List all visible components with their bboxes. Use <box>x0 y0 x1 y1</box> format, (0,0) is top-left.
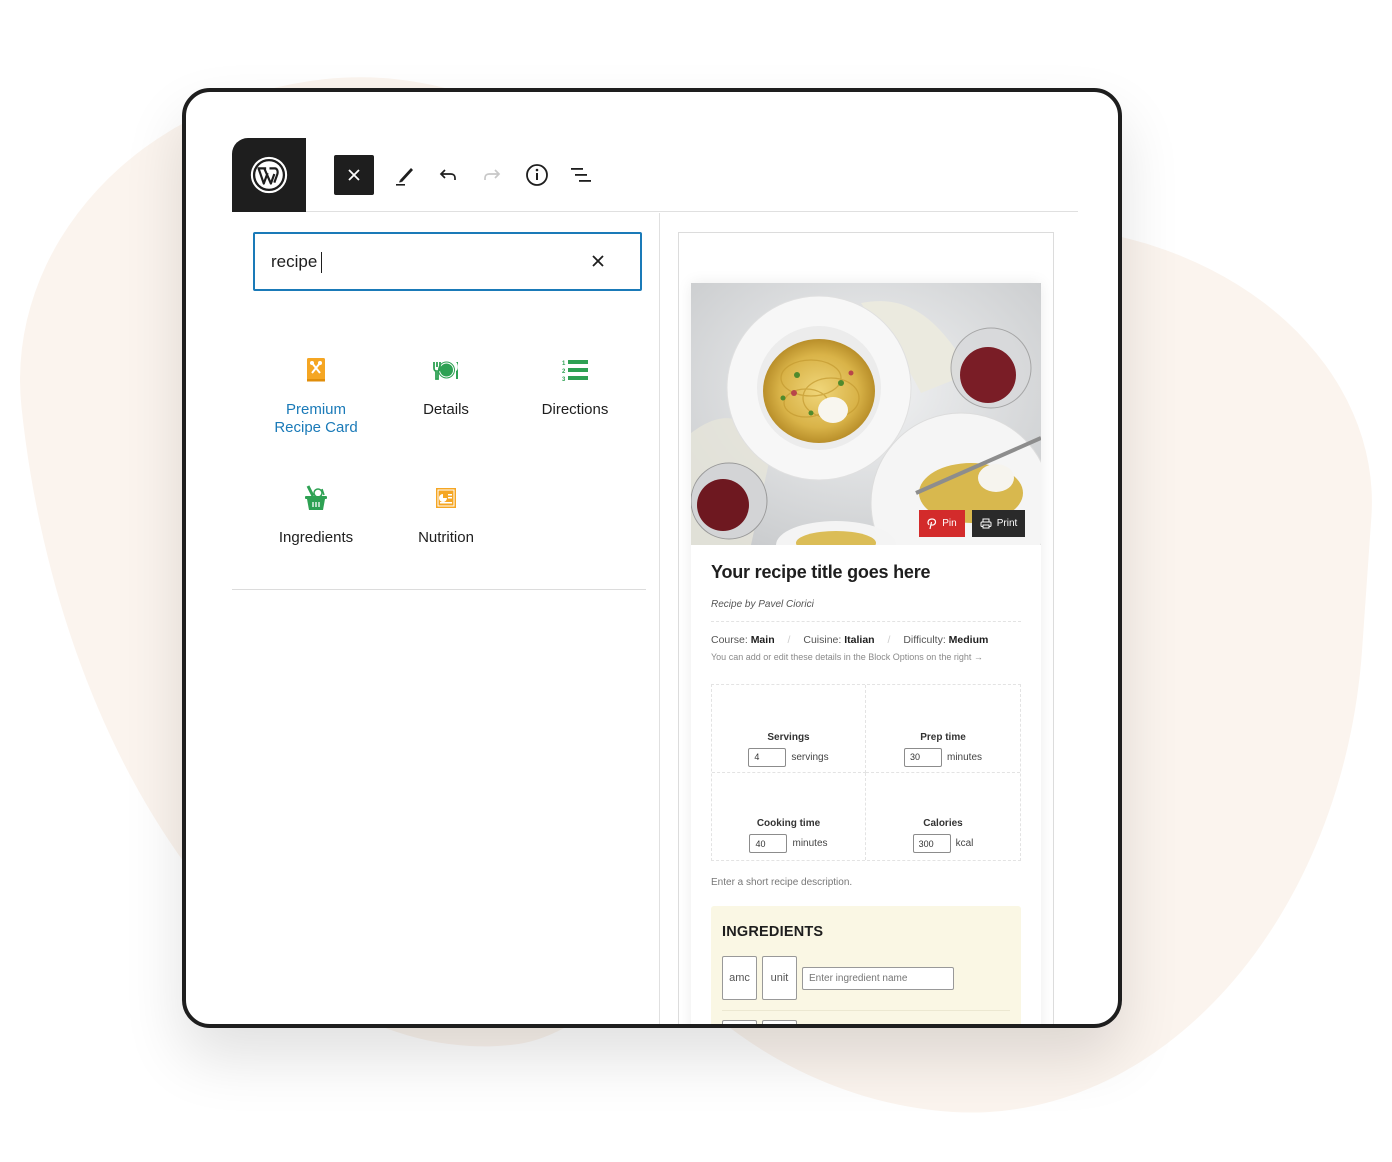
recipe-details-grid: Servings servings Prep time minutes Cook… <box>711 684 1021 861</box>
undo-button[interactable] <box>428 155 468 195</box>
basket-icon <box>305 485 327 510</box>
pencil-icon <box>396 168 413 186</box>
cuisine-value: Italian <box>844 634 875 646</box>
results-divider <box>232 589 646 590</box>
wordpress-logo-icon <box>250 156 288 194</box>
ingredient-row: amc unit <box>722 956 1010 1011</box>
details-button[interactable] <box>517 155 557 195</box>
difficulty-value: Medium <box>948 634 989 646</box>
dinner-plate-icon <box>433 361 458 380</box>
close-icon <box>348 169 360 181</box>
list-view-icon <box>571 168 591 182</box>
recipe-card-icon <box>307 358 325 382</box>
details-hint: You can add or edit these details in the… <box>711 652 983 662</box>
block-label: Ingredients <box>278 529 354 546</box>
block-label: Directions <box>541 401 609 418</box>
recipe-meta: Course: Main / Cuisine: Italian / Diffic… <box>711 634 989 646</box>
redo-button[interactable] <box>472 155 512 195</box>
pin-button[interactable]: Pin <box>919 510 965 537</box>
svg-text:3: 3 <box>562 377 566 382</box>
detail-prep-time: Prep time minutes <box>866 685 1020 773</box>
prep-time-input[interactable] <box>903 747 942 767</box>
stage: PremiumRecipe Card Details 1 2 3 <box>0 0 1392 1162</box>
recipe-photo-image <box>691 283 1041 545</box>
editor-window: PremiumRecipe Card Details 1 2 3 <box>182 88 1122 1028</box>
block-ingredients[interactable]: Ingredients <box>252 483 380 547</box>
clear-search-button[interactable] <box>586 249 610 273</box>
wordpress-logo-button[interactable] <box>232 138 306 212</box>
block-directions[interactable]: 1 2 3 Directions <box>511 355 639 419</box>
numbered-list-icon: 1 2 3 <box>562 360 588 382</box>
list-view-button[interactable] <box>561 155 601 195</box>
recipe-description[interactable]: Enter a short recipe description. <box>711 877 1021 888</box>
close-icon <box>592 255 604 267</box>
svg-text:1: 1 <box>562 361 566 367</box>
block-search-field[interactable] <box>253 232 642 291</box>
printer-icon <box>980 518 992 529</box>
nutrition-chart-icon <box>436 488 456 508</box>
ingredient-name-input[interactable] <box>802 966 954 990</box>
pin-label: Pin <box>942 518 957 529</box>
ingredient-amount-input[interactable] <box>722 1020 757 1024</box>
cooking-time-input[interactable] <box>749 834 788 853</box>
panel-divider <box>659 213 660 1024</box>
recipe-card: Pin Print Your recipe title goes here Re… <box>691 283 1041 1024</box>
recipe-title[interactable]: Your recipe title goes here <box>711 562 1021 583</box>
calories-input[interactable] <box>912 834 951 853</box>
ingredient-row <box>722 1020 1010 1024</box>
ingredient-unit-input[interactable]: unit <box>762 956 797 1000</box>
info-icon <box>526 164 548 186</box>
ingredients-section: INGREDIENTS amc unit <box>711 906 1021 1024</box>
pinterest-icon <box>927 517 937 529</box>
detail-calories: Calories kcal <box>866 773 1020 861</box>
detail-servings: Servings servings <box>712 685 866 773</box>
text-caret <box>321 252 322 273</box>
close-inserter-button[interactable] <box>334 155 374 195</box>
course-value: Main <box>750 634 775 646</box>
undo-icon <box>439 169 456 180</box>
block-search-input[interactable] <box>271 248 571 276</box>
block-nutrition[interactable]: Nutrition <box>382 483 510 547</box>
tools-button[interactable] <box>384 155 424 195</box>
servings-input[interactable] <box>748 747 787 767</box>
block-label: Premium Recipe Card <box>274 401 358 436</box>
detail-cooking-time: Cooking time minutes <box>712 772 866 860</box>
ingredient-amount-input[interactable]: amc <box>722 956 757 1000</box>
block-label: Nutrition <box>418 529 474 546</box>
recipe-author: Recipe by Pavel Ciorici <box>711 599 1021 622</box>
print-button[interactable]: Print <box>972 510 1025 537</box>
block-premium-recipe-card[interactable]: Premium Recipe Card <box>252 355 380 437</box>
print-label: Print <box>996 518 1018 529</box>
block-label: Details <box>423 401 469 418</box>
editor-toolbar <box>232 138 1078 212</box>
recipe-photo: Pin Print <box>691 283 1041 545</box>
ingredient-unit-input[interactable] <box>762 1020 797 1024</box>
redo-icon <box>484 169 501 180</box>
block-details[interactable]: Details <box>382 355 510 419</box>
svg-text:2: 2 <box>562 369 566 375</box>
block-preview: Pin Print Your recipe title goes here Re… <box>678 232 1054 1024</box>
ingredients-title: INGREDIENTS <box>722 924 824 940</box>
